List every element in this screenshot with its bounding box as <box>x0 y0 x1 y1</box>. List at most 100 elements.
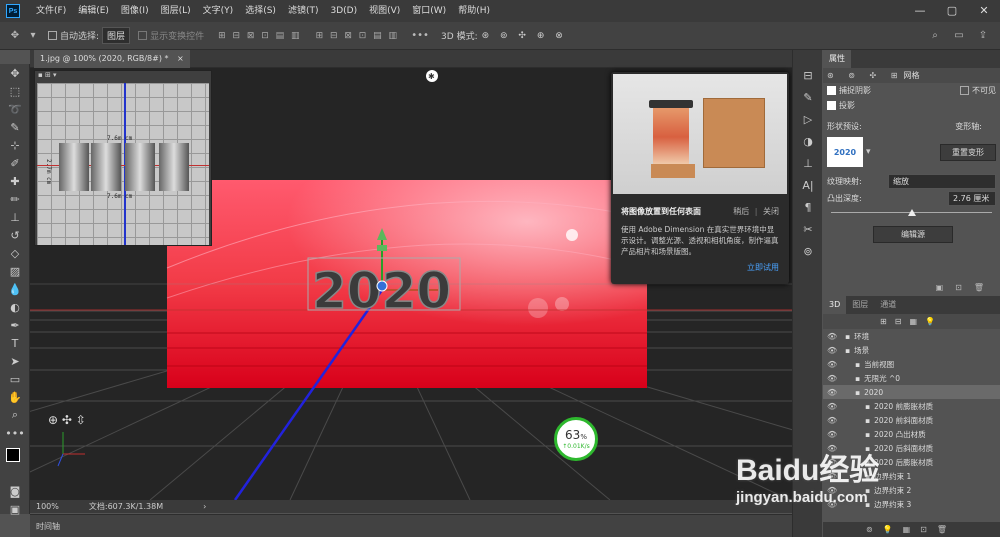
tools-presets-icon[interactable]: ✂ <box>793 218 823 240</box>
menu-item[interactable]: 文字(Y) <box>197 0 240 22</box>
actions-icon[interactable]: ▷ <box>793 108 823 130</box>
visibility-eye-icon[interactable]: 👁 <box>827 346 839 355</box>
eraser-tool-icon[interactable]: ◇ <box>0 244 30 262</box>
chevron-down-icon[interactable]: ▾ <box>26 29 40 43</box>
scene-item[interactable]: 👁 ▪ 无限光 ^0 <box>823 371 1000 385</box>
scene-item[interactable]: 👁 ▪ 场景 <box>823 343 1000 357</box>
history-icon[interactable]: ⊟ <box>793 64 823 86</box>
distribute-icons[interactable]: ⊞ ⊟ ⊠ ⊡ ▤ ▥ <box>316 31 399 41</box>
close-tab-button[interactable]: × <box>177 54 184 63</box>
extrude-depth-slider[interactable] <box>831 206 992 220</box>
timeline-label[interactable]: 时间轴 <box>36 522 60 531</box>
catch-shadow-checkbox[interactable] <box>827 86 836 95</box>
visibility-eye-icon[interactable]: 👁 <box>827 374 839 383</box>
screen-mode-icon[interactable]: ▣ <box>0 500 30 518</box>
menu-item[interactable]: 视图(V) <box>363 0 406 22</box>
scene-item[interactable]: 👁 ▪ 2020 前斜面材质 <box>823 413 1000 427</box>
visibility-eye-icon[interactable]: 👁 <box>827 430 839 439</box>
minimize-button[interactable]: — <box>904 0 936 22</box>
stamp-tool-icon[interactable]: ⊥ <box>0 208 30 226</box>
show-transform-option[interactable]: 显示变换控件 <box>138 29 204 42</box>
reset-deform-button[interactable]: 重置变形 <box>940 143 996 161</box>
history-brush-icon[interactable]: ↺ <box>0 226 30 244</box>
color-swatches[interactable] <box>0 442 29 482</box>
auto-select-checkbox[interactable] <box>48 31 57 40</box>
document-tab[interactable]: 1.jpg @ 100% (2020, RGB/8#) * × <box>34 50 190 68</box>
chevron-down-icon[interactable]: ▾ <box>866 147 871 157</box>
close-window-button[interactable]: ✕ <box>968 0 1000 22</box>
scene-item[interactable]: 👁 ▪ 2020 <box>823 385 1000 399</box>
promo-close-button[interactable]: 关闭 <box>763 207 779 216</box>
3d-mode-icons[interactable]: ⊛ ⊚ ✣ ⊕ ⊗ <box>482 31 567 41</box>
brush-settings-icon[interactable]: ✎ <box>793 86 823 108</box>
zoom-tool-icon[interactable]: ⌕ <box>0 406 30 424</box>
visibility-eye-icon[interactable]: 👁 <box>827 360 839 369</box>
properties-footer-icons[interactable]: ▣⊡🗑 <box>823 280 1000 295</box>
align-icons[interactable]: ⊞ ⊟ ⊠ ⊡ ▤ ▥ <box>218 31 301 41</box>
visibility-eye-icon[interactable]: 👁 <box>827 388 839 397</box>
paragraph-icon[interactable]: ¶ <box>793 196 823 218</box>
visibility-eye-icon[interactable]: 👁 <box>827 332 839 341</box>
3d-filter-icons[interactable]: ⊞⊟▦💡 <box>823 314 1000 329</box>
brush-tool-icon[interactable]: ✏ <box>0 190 30 208</box>
panel-tab[interactable]: 通道 <box>874 296 902 314</box>
type-tool-icon[interactable]: T <box>0 334 30 352</box>
invisible-checkbox[interactable] <box>960 86 969 95</box>
healing-tool-icon[interactable]: ✚ <box>0 172 30 190</box>
adjustments-icon[interactable]: ◑ <box>793 130 823 152</box>
show-transform-checkbox[interactable] <box>138 31 148 40</box>
visibility-eye-icon[interactable]: 👁 <box>827 416 839 425</box>
rectangle-tool-icon[interactable]: ▭ <box>0 370 30 388</box>
panel-tab[interactable]: 图层 <box>846 296 874 314</box>
scene-item[interactable]: 👁 ▪ 当前视图 <box>823 357 1000 371</box>
extrude-depth-input[interactable]: 2.76 厘米 <box>948 191 996 206</box>
promo-later-button[interactable]: 稍后 <box>733 207 749 216</box>
auto-select-dropdown[interactable]: 图层 <box>102 27 131 44</box>
secondary-view-panel[interactable]: ▪ ⊞ ▾ 7.6m cm 7.6m cm 2.7m cm <box>34 70 212 246</box>
3d-materials-icon[interactable]: ⊚ <box>793 240 823 262</box>
workspace-icon[interactable]: ▭ <box>952 29 966 43</box>
menu-item[interactable]: 选择(S) <box>239 0 282 22</box>
edit-source-button[interactable]: 编辑源 <box>873 226 953 243</box>
axis-widget[interactable]: ⊕ ✣ ⇳ <box>48 413 86 467</box>
move-tool-icon[interactable]: ✥ <box>8 29 22 43</box>
blur-tool-icon[interactable]: 💧 <box>0 280 30 298</box>
menu-item[interactable]: 图像(I) <box>115 0 155 22</box>
move-tool-icon[interactable]: ✥ <box>0 64 30 82</box>
panel-tab[interactable]: 3D <box>823 296 847 314</box>
character-icon[interactable]: A| <box>793 174 823 196</box>
status-menu-icon[interactable]: › <box>203 502 206 511</box>
auto-select-option[interactable]: 自动选择: 图层 <box>48 27 131 44</box>
eyedropper-tool-icon[interactable]: ✐ <box>0 154 30 172</box>
crop-tool-icon[interactable]: ⊹ <box>0 136 30 154</box>
mesh-icons[interactable]: ⊛ ⊚ ✣ ⊞ <box>827 71 903 80</box>
extrude-slider-knob[interactable] <box>907 209 916 216</box>
scene-item[interactable]: 👁 ▪ 环境 <box>823 329 1000 343</box>
menu-item[interactable]: 文件(F) <box>30 0 72 22</box>
hand-tool-icon[interactable]: ✋ <box>0 388 30 406</box>
scene-item[interactable]: 👁 ▪ 2020 前膨胀材质 <box>823 399 1000 413</box>
marquee-tool-icon[interactable]: ⬚ <box>0 82 30 100</box>
menu-item[interactable]: 图层(L) <box>155 0 197 22</box>
pen-tool-icon[interactable]: ✒ <box>0 316 30 334</box>
menu-item[interactable]: 编辑(E) <box>72 0 115 22</box>
properties-tab[interactable]: 属性 <box>823 50 851 68</box>
cast-shadow-checkbox[interactable] <box>827 101 836 110</box>
more-options-icon[interactable]: ••• <box>411 29 429 43</box>
zoom-level[interactable]: 100% <box>36 502 59 511</box>
foreground-color[interactable] <box>6 448 20 462</box>
dodge-tool-icon[interactable]: ◐ <box>0 298 30 316</box>
texture-mapping-dropdown[interactable]: 缩放 <box>888 174 996 189</box>
search-icon[interactable]: ⌕ <box>928 29 942 43</box>
shape-preset-thumbnail[interactable]: 2020 <box>827 137 863 167</box>
promo-try-link[interactable]: 立即试用 <box>747 262 779 273</box>
quick-select-tool-icon[interactable]: ✎ <box>0 118 30 136</box>
menu-item[interactable]: 窗口(W) <box>406 0 452 22</box>
clone-source-icon[interactable]: ⊥ <box>793 152 823 174</box>
maximize-button[interactable]: ▢ <box>936 0 968 22</box>
3d-panel-footer[interactable]: ⊚💡▦⊡🗑 <box>823 522 1000 537</box>
scene-item[interactable]: 👁 ▪ 2020 凸出材质 <box>823 427 1000 441</box>
lasso-tool-icon[interactable]: ➰ <box>0 100 30 118</box>
more-tools-icon[interactable]: ••• <box>0 424 30 442</box>
share-icon[interactable]: ⇪ <box>976 29 990 43</box>
